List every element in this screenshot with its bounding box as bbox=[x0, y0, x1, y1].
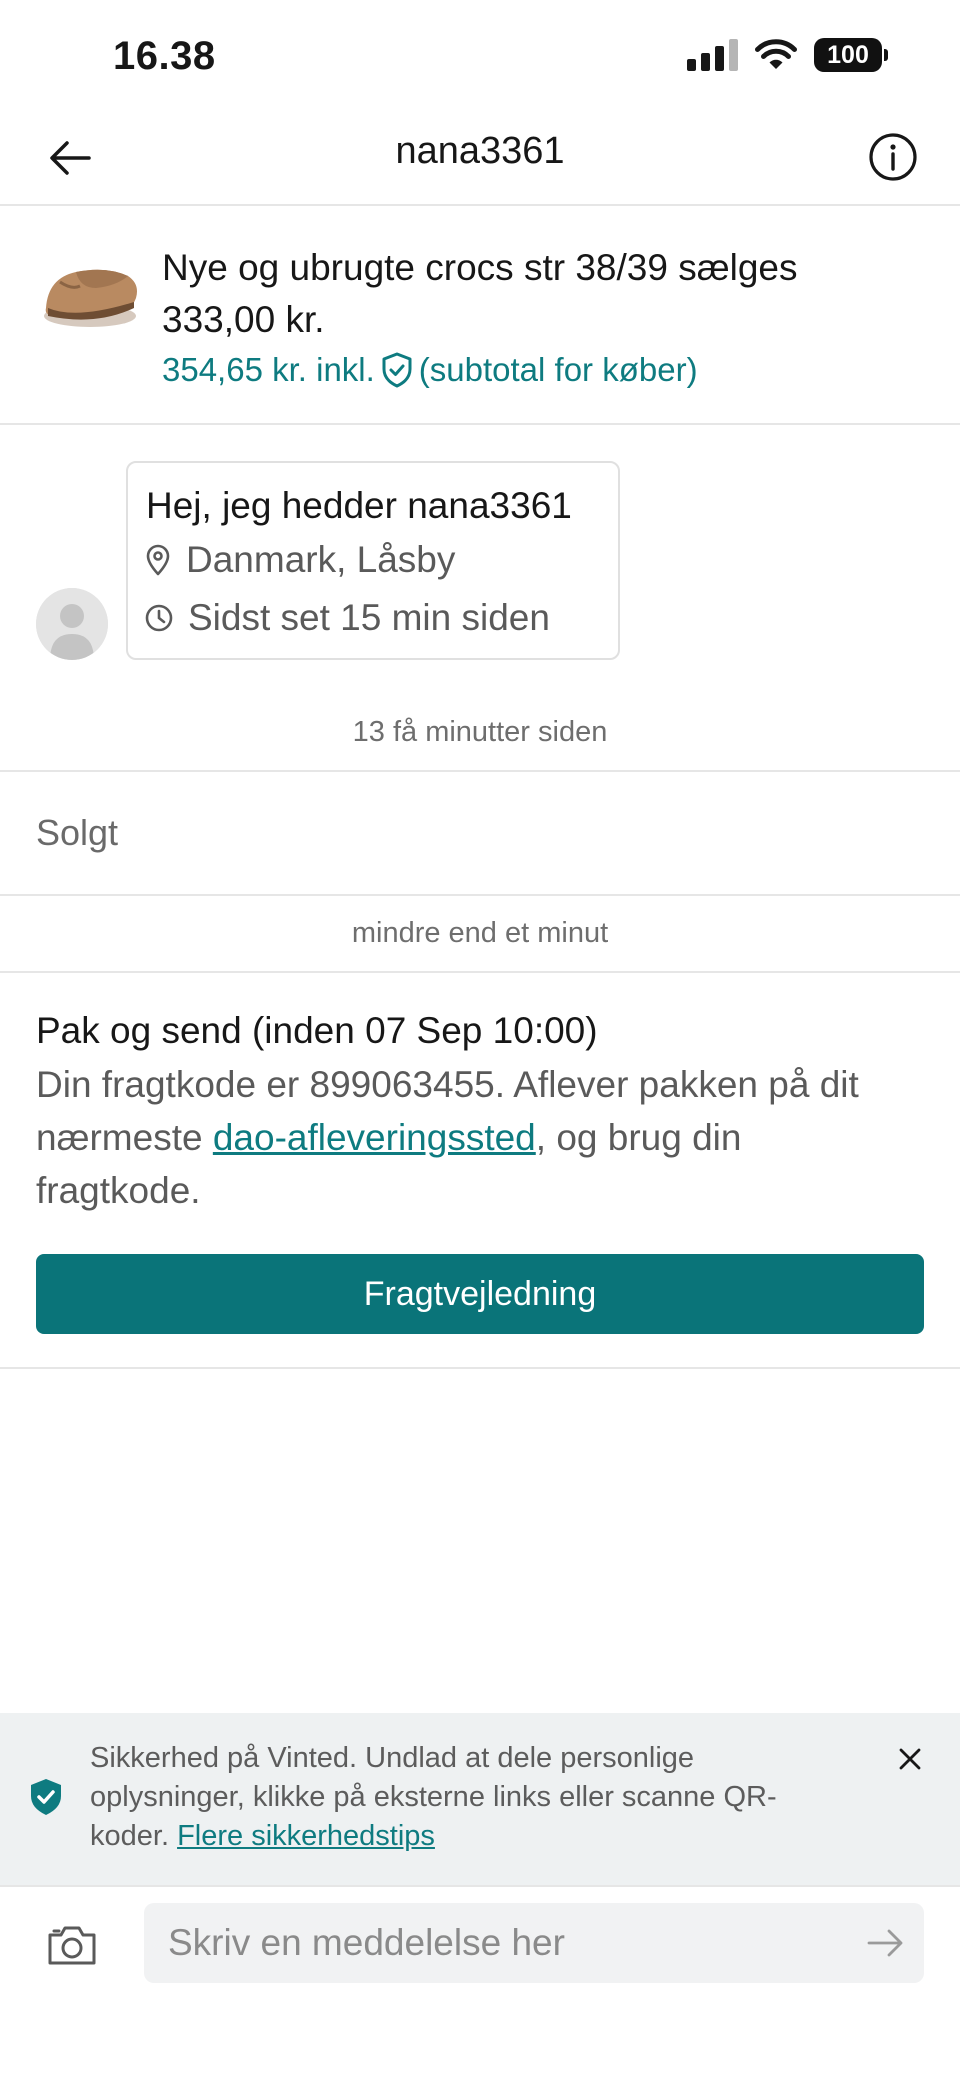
cellular-signal-icon bbox=[687, 39, 738, 71]
conversation-title: nana3361 bbox=[395, 130, 565, 172]
item-price: 333,00 kr. bbox=[162, 299, 325, 340]
shipping-title: Pak og send (inden 07 Sep 10:00) bbox=[36, 1010, 598, 1051]
shipping-guide-button[interactable]: Fragtvejledning bbox=[36, 1254, 924, 1334]
shield-check-icon bbox=[382, 352, 412, 388]
profile-card[interactable]: Hej, jeg hedder nana3361 Danmark, Låsby … bbox=[126, 461, 620, 660]
message-timestamp: mindre end et minut bbox=[351, 917, 609, 949]
safety-tips-link[interactable]: Flere sikkerhedstips bbox=[177, 1820, 435, 1852]
battery-level: 100 bbox=[814, 38, 882, 72]
send-button[interactable] bbox=[864, 1923, 908, 1963]
dropoff-point-link[interactable]: dao-afleveringssted bbox=[213, 1117, 536, 1158]
divider bbox=[0, 1367, 960, 1369]
wifi-icon bbox=[755, 39, 797, 69]
message-timestamp: 13 få minutter siden bbox=[352, 716, 608, 748]
shipping-instructions: Din fragtkode er 899063455. Aflever pakk… bbox=[36, 1058, 916, 1217]
profile-location: Danmark, Låsby bbox=[144, 539, 455, 581]
info-button[interactable] bbox=[866, 130, 920, 184]
profile-last-seen: Sidst set 15 min siden bbox=[144, 597, 550, 639]
default-avatar-icon bbox=[36, 588, 108, 660]
status-time: 16.38 bbox=[113, 34, 216, 78]
close-banner-button[interactable] bbox=[890, 1739, 930, 1779]
chat-header: nana3361 bbox=[0, 110, 960, 206]
camera-icon bbox=[48, 1926, 96, 1965]
status-icons: 100 bbox=[687, 38, 888, 72]
avatar[interactable] bbox=[36, 588, 108, 660]
profile-location-text: Danmark, Låsby bbox=[186, 539, 456, 580]
divider bbox=[0, 971, 960, 973]
message-composer bbox=[0, 1885, 960, 2077]
info-icon bbox=[869, 133, 917, 181]
status-bar: 16.38 100 bbox=[0, 0, 960, 110]
item-thumbnail bbox=[44, 269, 137, 327]
message-input[interactable] bbox=[144, 1903, 924, 1983]
profile-last-seen-text: Sidst set 15 min siden bbox=[188, 597, 550, 638]
sold-status: Solgt bbox=[36, 812, 119, 853]
shield-check-icon bbox=[31, 1779, 61, 1815]
buyer-price: 354,65 kr. inkl. (subtotal for køber) bbox=[162, 346, 698, 394]
item-summary[interactable]: Nye og ubrugte crocs str 38/39 sælges 33… bbox=[0, 206, 960, 425]
safety-text: Sikkerhed på Vinted. Undlad at dele pers… bbox=[90, 1739, 840, 1856]
safety-banner: Sikkerhed på Vinted. Undlad at dele pers… bbox=[0, 1713, 960, 1885]
divider bbox=[0, 894, 960, 896]
location-pin-icon bbox=[146, 544, 170, 576]
clock-icon bbox=[145, 604, 173, 632]
buyer-price-note: (subtotal for køber) bbox=[418, 351, 698, 388]
divider bbox=[0, 770, 960, 772]
battery-icon: 100 bbox=[814, 38, 888, 72]
camera-button[interactable] bbox=[44, 1917, 100, 1973]
item-title: Nye og ubrugte crocs str 38/39 sælges bbox=[162, 247, 798, 288]
close-icon bbox=[899, 1748, 921, 1770]
profile-greeting: Hej, jeg hedder nana3361 bbox=[146, 485, 572, 526]
arrow-right-icon bbox=[867, 1929, 903, 1957]
buyer-price-amount: 354,65 kr. inkl. bbox=[162, 351, 375, 388]
